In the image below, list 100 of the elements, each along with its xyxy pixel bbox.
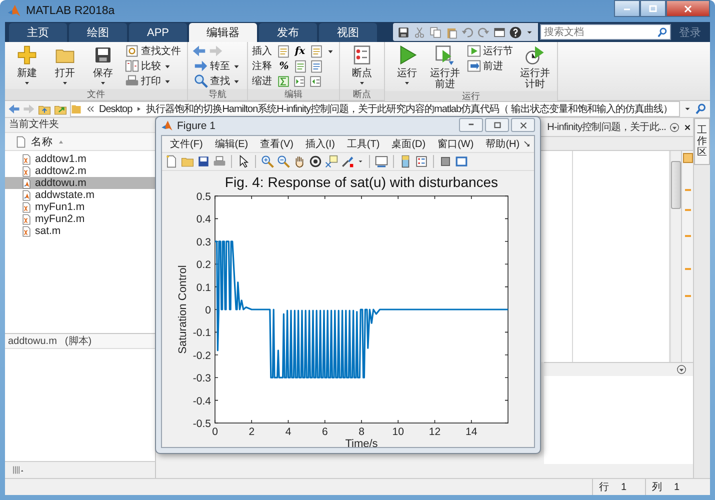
search-box[interactable]: 搜索文档: [540, 24, 671, 40]
document-icon[interactable]: [310, 60, 323, 72]
save-icon[interactable]: [197, 155, 210, 168]
file-item[interactable]: myFun2.m: [5, 213, 155, 225]
legend-icon[interactable]: [415, 155, 428, 168]
ribbon-button[interactable]: 运行并前进: [427, 44, 463, 91]
file-item[interactable]: addwstate.m: [5, 189, 155, 201]
path-segment[interactable]: Desktop: [99, 104, 132, 114]
find-file-icon: [125, 44, 139, 58]
back-arrow-icon[interactable]: [192, 44, 206, 58]
new-file-icon[interactable]: [165, 155, 178, 168]
maximize-button[interactable]: [640, 0, 666, 17]
ribbon-tab[interactable]: 发布: [259, 23, 317, 42]
ribbon-tab[interactable]: 编辑器: [189, 23, 257, 42]
ribbon-button[interactable]: 运行节: [465, 44, 515, 58]
window-icon[interactable]: [455, 155, 468, 168]
symbol-button[interactable]: %: [277, 60, 291, 72]
minimize-icon: [621, 6, 633, 10]
collapse-icon[interactable]: [676, 364, 687, 375]
maximize-icon: [492, 120, 502, 130]
colorbar-icon[interactable]: [399, 155, 412, 168]
ribbon-tab[interactable]: 主页: [9, 23, 67, 42]
collapse-icon[interactable]: [669, 122, 680, 132]
scrollbar[interactable]: [670, 151, 681, 362]
close-button[interactable]: [666, 0, 710, 17]
tick-label: -0.2: [192, 350, 211, 362]
menu-item[interactable]: 帮助(H): [480, 137, 526, 151]
tick-label: -0.4: [192, 395, 211, 408]
help-icon[interactable]: [509, 26, 522, 38]
compare-icon: [125, 59, 139, 73]
ribbon-button[interactable]: 转至: [192, 59, 243, 73]
maximize-button[interactable]: [485, 118, 509, 132]
dock-arrow-icon[interactable]: [523, 140, 531, 148]
workspace-tab[interactable]: 工作区: [694, 118, 710, 165]
advance-icon: [467, 59, 481, 73]
undo-icon[interactable]: [461, 26, 474, 38]
file-item[interactable]: addtow1.m: [5, 153, 155, 165]
pointer-icon[interactable]: [237, 155, 250, 168]
square-icon[interactable]: [439, 155, 452, 168]
document-icon[interactable]: [277, 44, 290, 58]
minimize-button[interactable]: [614, 0, 640, 17]
sigma-icon[interactable]: [277, 74, 290, 88]
file-item[interactable]: addtowu.m: [5, 177, 155, 189]
menu-item[interactable]: 工具(T): [340, 137, 386, 151]
ribbon-button[interactable]: 运行并计时: [517, 44, 553, 91]
printer-icon: [125, 74, 139, 88]
printer-icon[interactable]: [213, 155, 226, 168]
menu-item[interactable]: 编辑(E): [208, 137, 254, 151]
brush-icon[interactable]: [341, 155, 354, 168]
file-item[interactable]: sat.m: [5, 225, 155, 237]
clipboard-icon[interactable]: [445, 26, 458, 38]
save-icon[interactable]: [397, 26, 410, 38]
file-item[interactable]: addtow2.m: [5, 165, 155, 177]
ribbon-button[interactable]: 新建: [9, 44, 45, 89]
zoom-out-icon[interactable]: [277, 155, 290, 168]
ribbon-button[interactable]: 打印: [123, 74, 183, 88]
ribbon-button[interactable]: 查找: [192, 74, 243, 88]
indent-icon[interactable]: [293, 74, 306, 88]
ribbon-tab[interactable]: 绘图: [69, 23, 127, 42]
ribbon-button[interactable]: 保存: [85, 44, 121, 89]
columns-icon[interactable]: [11, 464, 25, 476]
menu-item[interactable]: 窗口(W): [432, 137, 480, 151]
symbol-button[interactable]: fx: [293, 44, 307, 58]
copy-icon[interactable]: [429, 26, 442, 38]
function-file-icon: [21, 226, 32, 236]
pan-hand-icon[interactable]: [293, 155, 306, 168]
ribbon-button[interactable]: 比较: [123, 59, 183, 73]
group-label: 运行: [385, 91, 557, 102]
ribbon-button[interactable]: 前进: [465, 59, 515, 73]
ribbon-tab[interactable]: APP: [129, 23, 187, 42]
file-item[interactable]: myFun1.m: [5, 201, 155, 213]
zoom-in-icon[interactable]: [261, 155, 274, 168]
close-icon[interactable]: [683, 122, 692, 132]
ribbon-tab[interactable]: 视图: [319, 23, 377, 42]
tick-label: 0.1: [196, 282, 211, 294]
ribbon-button[interactable]: 运行: [389, 44, 425, 91]
menu-item[interactable]: 桌面(D): [386, 137, 432, 151]
status-value: 1: [621, 482, 627, 492]
menu-item[interactable]: 插入(I): [299, 137, 341, 151]
ribbon-button[interactable]: 断点: [344, 44, 380, 89]
outdent-icon[interactable]: [309, 74, 322, 88]
window-icon[interactable]: [493, 26, 506, 38]
data-tip-icon[interactable]: [325, 155, 338, 168]
ribbon-button[interactable]: 打开: [47, 44, 83, 89]
path-segment[interactable]: 执行器饱和的切换Hamilton系统H-infinity控制问题，关于此研究内容的matlab仿真代码（ 输出状态变量和饱和输入的仿真曲线）: [146, 102, 672, 116]
tick-label: -0.3: [192, 372, 211, 385]
double-chevron-icon[interactable]: [86, 104, 96, 114]
menu-item[interactable]: 文件(F): [164, 137, 209, 151]
tick-label: 0.5: [196, 191, 211, 203]
column-header[interactable]: 名称: [31, 134, 53, 148]
document-icon[interactable]: [310, 44, 323, 58]
sign-in-link[interactable]: 登录: [679, 24, 701, 40]
back-arrow-icon[interactable]: [8, 103, 20, 115]
menu-item[interactable]: 查看(V): [254, 137, 300, 151]
search-icon[interactable]: [695, 103, 707, 115]
function-file-icon: [21, 202, 32, 212]
close-button[interactable]: [511, 118, 535, 132]
document-icon[interactable]: [294, 60, 307, 72]
function-file-icon: [21, 214, 32, 224]
ribbon-button[interactable]: 查找文件: [123, 44, 183, 58]
